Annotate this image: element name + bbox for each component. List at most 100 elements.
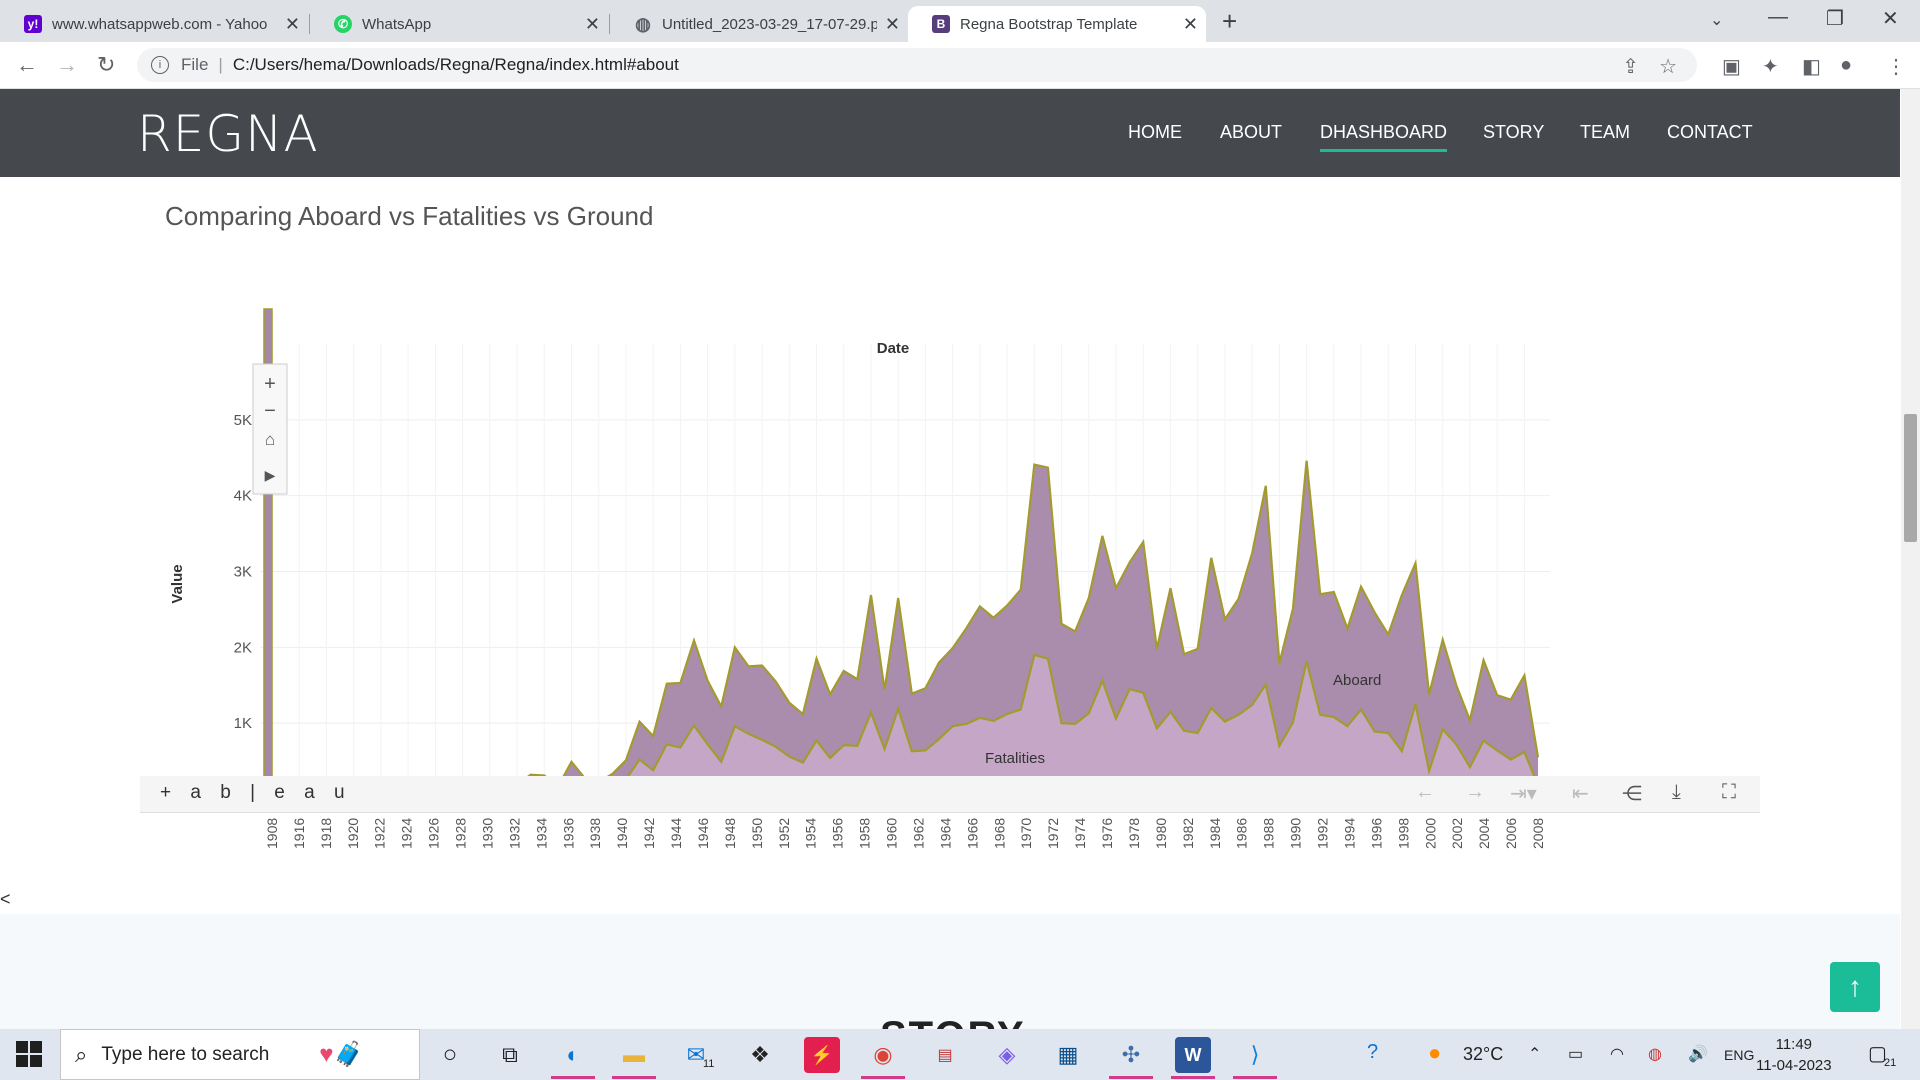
new-tab-button[interactable]: + bbox=[1222, 6, 1237, 37]
tab-yahoo[interactable]: y! www.whatsappweb.com - Yahoo ✕ bbox=[0, 6, 308, 42]
close-icon[interactable]: ✕ bbox=[1183, 14, 1198, 35]
tab-search-chevron-icon[interactable]: ⌄ bbox=[1710, 10, 1723, 30]
share-icon[interactable]: ⇪ bbox=[1622, 54, 1639, 79]
x-tick-label: 1942 bbox=[641, 818, 657, 849]
zoom-toolbar: + − ⌂ ▶ bbox=[252, 363, 288, 495]
copilot-icon[interactable]: ◈ bbox=[989, 1037, 1025, 1073]
close-icon[interactable]: ✕ bbox=[885, 14, 900, 35]
edge-icon[interactable]: ◐ bbox=[555, 1037, 591, 1073]
menu-kebab-icon[interactable]: ⋮ bbox=[1886, 54, 1906, 79]
x-tick-label: 1982 bbox=[1180, 818, 1196, 849]
profile-avatar-icon[interactable]: ● bbox=[1840, 54, 1852, 77]
carousel-prev-arrow[interactable]: < bbox=[0, 889, 11, 910]
redo-icon[interactable]: → bbox=[1465, 781, 1485, 804]
tab-untitled[interactable]: ◍ Untitled_2023-03-29_17-07-29.p ✕ bbox=[610, 6, 908, 42]
side-panel-icon[interactable]: ◧ bbox=[1802, 54, 1821, 79]
weather-temp[interactable]: 32°C bbox=[1463, 1044, 1503, 1065]
expand-play-icon[interactable]: ▶ bbox=[265, 467, 276, 483]
tab-title: Untitled_2023-03-29_17-07-29.p bbox=[662, 15, 877, 33]
revert-icon[interactable]: ⇥▾ bbox=[1510, 781, 1537, 806]
cortana-icon[interactable]: ○ bbox=[432, 1037, 468, 1073]
nav-dashboard[interactable]: DHASHBOARD bbox=[1320, 122, 1448, 152]
x-tick-label: 1968 bbox=[991, 818, 1007, 849]
series-label-aboard: Aboard bbox=[1333, 672, 1381, 689]
tab-whatsapp[interactable]: ✆ WhatsApp ✕ bbox=[310, 6, 608, 42]
running-indicator bbox=[1109, 1076, 1153, 1079]
reset-icon[interactable]: ⇤ bbox=[1572, 781, 1589, 806]
back-to-top-button[interactable]: ↑ bbox=[1830, 962, 1880, 1012]
file-explorer-icon[interactable]: ▬ bbox=[616, 1037, 652, 1073]
word-icon[interactable]: W bbox=[1175, 1037, 1211, 1073]
x-tick-label: 1964 bbox=[937, 818, 953, 849]
dropbox-icon[interactable]: ❖ bbox=[742, 1037, 778, 1073]
x-tick-label: 2008 bbox=[1530, 818, 1546, 849]
page-scrollbar[interactable] bbox=[1901, 89, 1920, 1029]
task-view-icon[interactable]: ⧉ bbox=[492, 1037, 528, 1073]
x-tick-label: 1924 bbox=[399, 818, 415, 849]
url-scheme: File bbox=[181, 55, 209, 74]
notification-count: 21 bbox=[1884, 1057, 1897, 1069]
puzzle-extensions-icon[interactable]: ✦ bbox=[1762, 54, 1779, 79]
address-bar[interactable]: i File | C:/Users/hema/Downloads/Regna/R… bbox=[137, 48, 1697, 82]
site-logo[interactable]: REGNA bbox=[137, 105, 319, 163]
nav-team[interactable]: TEAM bbox=[1580, 122, 1630, 143]
close-icon[interactable]: ✕ bbox=[285, 14, 300, 35]
restore-icon[interactable]: ❐ bbox=[1826, 6, 1844, 31]
x-tick-label: 1950 bbox=[749, 818, 765, 849]
security-icon[interactable]: ◍ bbox=[1648, 1044, 1662, 1064]
weather-sun-icon: ● bbox=[1428, 1040, 1442, 1065]
window-close-icon[interactable]: ✕ bbox=[1882, 6, 1899, 31]
share-icon[interactable]: ⋲ bbox=[1622, 781, 1642, 806]
x-tick-label: 1918 bbox=[318, 818, 334, 849]
vscode-icon[interactable]: ⟩ bbox=[1237, 1037, 1273, 1073]
download-icon[interactable]: ⤓ bbox=[1672, 781, 1681, 804]
chrome-icon[interactable]: ◉ bbox=[865, 1037, 901, 1073]
nav-contact[interactable]: CONTACT bbox=[1667, 122, 1753, 143]
close-icon[interactable]: ✕ bbox=[585, 14, 600, 35]
fullscreen-icon[interactable]: ⛶ bbox=[1722, 781, 1736, 804]
wifi-icon[interactable]: ◠ bbox=[1610, 1044, 1624, 1064]
running-indicator bbox=[861, 1076, 905, 1079]
x-tick-label: 1988 bbox=[1261, 818, 1277, 849]
forward-arrow-icon[interactable]: → bbox=[56, 52, 78, 78]
zoom-in-icon[interactable]: + bbox=[264, 373, 276, 395]
undo-icon[interactable]: ← bbox=[1415, 781, 1435, 804]
tableau-icon[interactable]: ✣ bbox=[1113, 1037, 1149, 1073]
clock[interactable]: 11:49 11-04-2023 bbox=[1756, 1034, 1832, 1076]
bookmark-star-icon[interactable]: ☆ bbox=[1659, 54, 1677, 79]
chevron-up-icon[interactable]: ⌃ bbox=[1528, 1044, 1541, 1064]
app-icon[interactable]: ⚡ bbox=[804, 1037, 840, 1073]
home-icon[interactable]: ⌂ bbox=[265, 430, 275, 449]
area-chart[interactable]: 0K1K2K3K4K5K1908191619181920192219241926… bbox=[140, 239, 1560, 854]
reload-icon[interactable]: ↻ bbox=[97, 52, 115, 78]
y-axis-title: Value bbox=[169, 564, 186, 603]
nav-story[interactable]: STORY bbox=[1483, 122, 1544, 143]
y-tick-label: 2K bbox=[234, 639, 252, 656]
x-tick-label: 1938 bbox=[587, 818, 603, 849]
windows-start-icon[interactable] bbox=[16, 1041, 42, 1067]
tab-regna[interactable]: B Regna Bootstrap Template ✕ bbox=[908, 6, 1206, 42]
tab-title: www.whatsappweb.com - Yahoo bbox=[52, 15, 268, 33]
x-tick-label: 1952 bbox=[776, 818, 792, 849]
tableau-logo[interactable]: + a b | e a u bbox=[160, 782, 352, 804]
url-text[interactable]: C:/Users/hema/Downloads/Regna/Regna/inde… bbox=[233, 55, 679, 75]
volume-icon[interactable]: 🔊 bbox=[1688, 1044, 1708, 1064]
language-indicator[interactable]: ENG bbox=[1724, 1047, 1754, 1063]
minimize-icon[interactable]: — bbox=[1768, 6, 1788, 29]
taskbar-search[interactable]: ⌕ Type here to search ♥🧳 bbox=[60, 1029, 420, 1080]
y-tick-label: 4K bbox=[234, 488, 252, 505]
tcs-app-icon[interactable]: ▤ bbox=[927, 1037, 963, 1073]
scrollbar-thumb[interactable] bbox=[1904, 414, 1917, 542]
site-info-icon[interactable]: i bbox=[151, 56, 169, 74]
nav-home[interactable]: HOME bbox=[1128, 122, 1182, 143]
back-arrow-icon[interactable]: ← bbox=[16, 52, 38, 78]
running-indicator bbox=[612, 1076, 656, 1079]
extension-icon[interactable]: ▣ bbox=[1722, 54, 1741, 79]
tata-app-icon[interactable]: ▦ bbox=[1050, 1037, 1086, 1073]
story-heading: STORY bbox=[880, 1014, 1026, 1029]
globe-icon: ◍ bbox=[635, 13, 651, 34]
nav-about[interactable]: ABOUT bbox=[1220, 122, 1282, 143]
help-icon[interactable]: ? bbox=[1367, 1041, 1378, 1064]
battery-icon[interactable]: ▭ bbox=[1568, 1044, 1583, 1064]
zoom-out-icon[interactable]: − bbox=[264, 400, 276, 422]
